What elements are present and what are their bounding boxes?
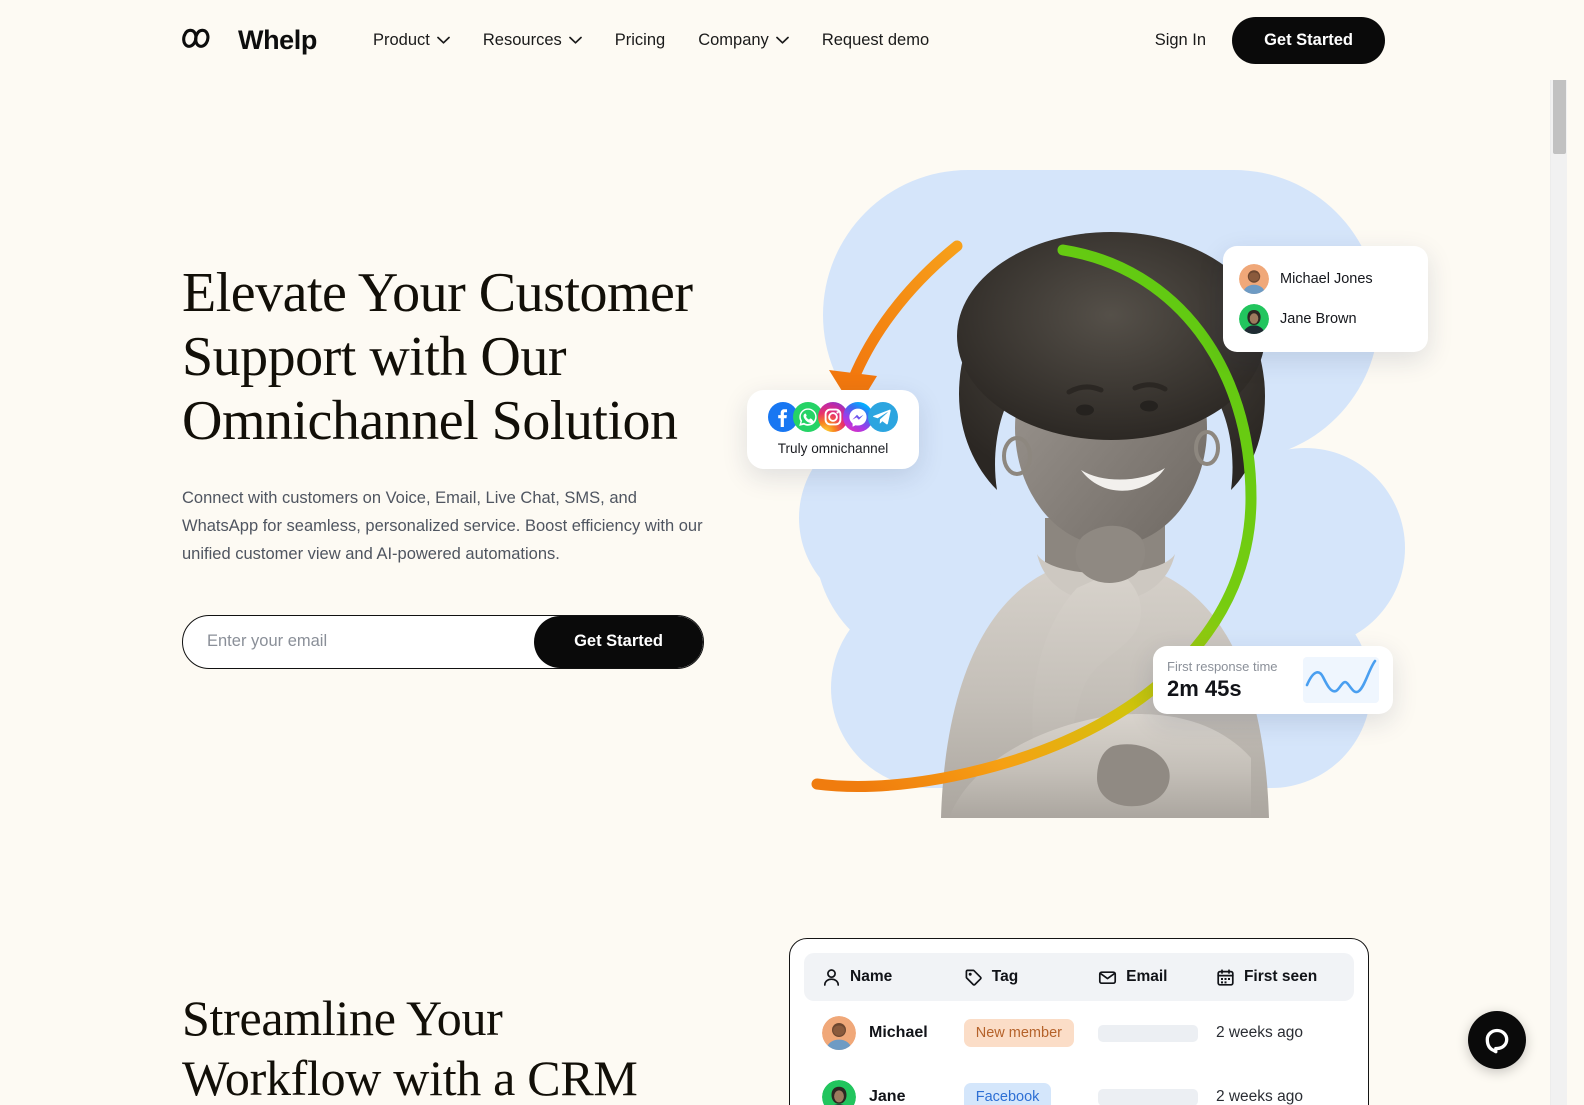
cell-email xyxy=(1098,1024,1216,1042)
hero-illustration: Michael Jones Jane Brown Truly omnichann… xyxy=(745,118,1428,818)
contact-row[interactable]: Michael Jones xyxy=(1239,259,1412,299)
header-actions: Sign In Get Started xyxy=(1155,16,1385,64)
hero-copy: Elevate Your Customer Support with Our O… xyxy=(182,262,742,669)
table-column-label: First seen xyxy=(1243,968,1318,985)
whelp-loops-logo-icon xyxy=(182,28,210,48)
cell-name: Michael xyxy=(804,1016,964,1050)
sign-in-link[interactable]: Sign In xyxy=(1155,31,1206,50)
calendar-icon xyxy=(1217,968,1234,986)
table-column-label: Name xyxy=(850,968,893,985)
nav-item-company[interactable]: Company xyxy=(698,31,789,50)
avatar-jane xyxy=(1239,304,1269,334)
nav-item-pricing[interactable]: Pricing xyxy=(615,31,665,50)
cell-tag: Facebook xyxy=(963,1083,1098,1105)
brand-logo[interactable]: Whelp xyxy=(182,25,317,56)
avatar-jane xyxy=(822,1080,856,1105)
avatar-michael xyxy=(822,1016,856,1050)
row-name: Jane xyxy=(869,1088,906,1105)
avatar-jane-icon xyxy=(1239,304,1269,334)
chat-widget-button[interactable] xyxy=(1468,1011,1526,1069)
nav-item-label: Pricing xyxy=(614,30,666,49)
hero-get-started-button[interactable]: Get Started xyxy=(534,615,703,668)
nav-item-label: Product xyxy=(373,30,430,49)
first-seen-text: 2 weeks ago xyxy=(1215,1088,1303,1105)
envelope-icon xyxy=(1099,970,1117,984)
telegram-icon xyxy=(868,402,898,432)
brand-name: Whelp xyxy=(238,24,317,55)
cell-name: Jane xyxy=(804,1080,964,1105)
row-name: Michael xyxy=(869,1024,928,1041)
metric-text: First response time 2m 45s xyxy=(1167,659,1303,702)
contacts-card: Michael Jones Jane Brown xyxy=(1223,246,1428,352)
nav-item-resources[interactable]: Resources xyxy=(483,31,582,50)
crm-section-title: Streamline Your Workflow with a CRM xyxy=(182,990,638,1105)
tag-icon xyxy=(965,969,982,986)
page-title: Elevate Your Customer Support with Our O… xyxy=(182,262,693,452)
channel-icons xyxy=(759,402,907,432)
hero-subtitle: Connect with customers on Voice, Email, … xyxy=(182,489,703,563)
nav-item-product[interactable]: Product xyxy=(373,31,450,50)
cell-first-seen: 2 weeks ago xyxy=(1216,1088,1354,1105)
first-response-time-card: First response time 2m 45s xyxy=(1153,646,1393,714)
table-row[interactable]: Michael New member 2 weeks ago xyxy=(804,1001,1354,1065)
email-signup-form: Get Started xyxy=(182,614,704,669)
table-column-label: Email xyxy=(1126,968,1168,985)
nav-item-label: Company xyxy=(698,30,769,49)
avatar-michael xyxy=(1239,264,1269,294)
nav-item-request-demo[interactable]: Request demo xyxy=(822,31,929,50)
metric-label: First response time xyxy=(1167,658,1278,674)
nav-item-label: Request demo xyxy=(821,30,930,49)
cell-first-seen: 2 weeks ago xyxy=(1216,1024,1354,1042)
get-started-button[interactable]: Get Started xyxy=(1232,16,1385,64)
crm-table-card: Name Tag Email First seen Michael New me… xyxy=(789,938,1369,1105)
avatar-michael-icon xyxy=(1239,264,1269,294)
metric-value: 2m 45s xyxy=(1167,675,1242,701)
email-placeholder-bar xyxy=(1098,1024,1199,1042)
person-icon xyxy=(823,968,840,986)
avatar-michael-icon xyxy=(822,1016,856,1050)
status-badge: Facebook xyxy=(963,1083,1052,1105)
table-column-email: Email xyxy=(1098,968,1216,987)
email-placeholder-bar xyxy=(1098,1088,1199,1105)
table-column-tag: Tag xyxy=(964,968,1098,987)
cell-email xyxy=(1098,1088,1216,1105)
chevron-down-icon xyxy=(437,36,450,44)
main-nav: Product Resources Pricing Company Reques… xyxy=(373,31,929,50)
scrollbar[interactable] xyxy=(1550,0,1567,1105)
omnichannel-label: Truly omnichannel xyxy=(777,441,889,456)
table-header-row: Name Tag Email First seen xyxy=(804,953,1354,1001)
contact-name: Michael Jones xyxy=(1280,271,1373,287)
nav-item-label: Resources xyxy=(482,30,562,49)
email-input[interactable] xyxy=(183,615,535,668)
cell-tag: New member xyxy=(963,1019,1098,1047)
table-column-name: Name xyxy=(804,968,964,987)
chevron-down-icon xyxy=(775,36,789,44)
contact-row[interactable]: Jane Brown xyxy=(1239,299,1412,339)
chat-bubble-icon xyxy=(1485,1028,1509,1054)
site-header: Whelp Product Resources Pricing Company xyxy=(0,0,1567,80)
omnichannel-card: Truly omnichannel xyxy=(747,390,919,469)
table-row[interactable]: Jane Facebook 2 weeks ago xyxy=(804,1065,1354,1105)
page-root: Whelp Product Resources Pricing Company xyxy=(0,0,1567,1105)
sparkline-chart xyxy=(1303,657,1379,703)
table-column-first-seen: First seen xyxy=(1216,968,1354,987)
contact-name: Jane Brown xyxy=(1280,311,1357,327)
first-seen-text: 2 weeks ago xyxy=(1215,1024,1303,1041)
table-column-label: Tag xyxy=(991,968,1019,985)
chevron-down-icon xyxy=(568,36,582,44)
status-badge: New member xyxy=(963,1019,1074,1047)
avatar-jane-icon xyxy=(822,1080,856,1105)
